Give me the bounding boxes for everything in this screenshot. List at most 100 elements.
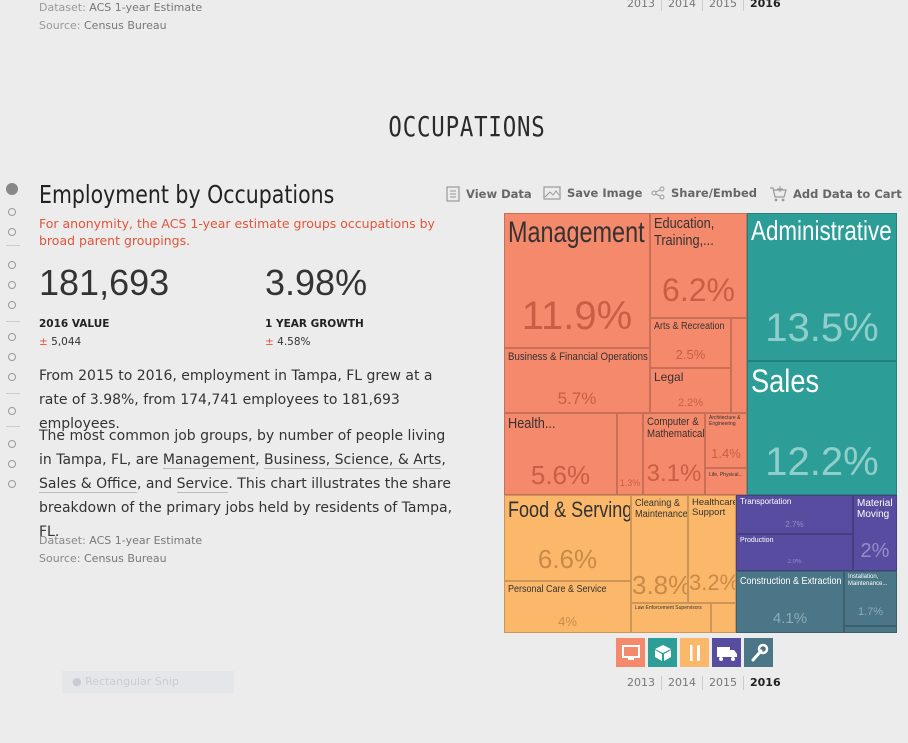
stat-growth: 3.98% [265, 262, 368, 303]
treemap-cell-production[interactable]: Production 2.0% [736, 534, 853, 571]
document-icon [446, 186, 460, 202]
panel-subtitle: For anonymity, the ACS 1-year estimate g… [39, 216, 435, 248]
treemap-cell-food-serving[interactable]: Food & Serving 6.6% [504, 495, 631, 581]
dot-nav-item[interactable] [8, 353, 16, 361]
year-2013[interactable]: 2013 [621, 676, 662, 690]
treemap-cell-law-enforcement[interactable]: Law Enforcement Supervisors [631, 603, 711, 633]
year-2014[interactable]: 2014 [662, 676, 703, 690]
cell-value: 2% [860, 540, 890, 562]
cell-label: Cleaning & Maintenance [635, 498, 688, 520]
treemap-cell-legal[interactable]: Legal 2.2% [650, 368, 731, 413]
year-2016[interactable]: 2016 [744, 0, 787, 11]
common-jobs-paragraph: The most common job groups, by number of… [39, 424, 459, 544]
cell-value: 5.6% [530, 460, 591, 490]
cell-value: 12.2% [765, 440, 879, 484]
dot-nav-item[interactable] [8, 480, 16, 488]
treemap-cell-small[interactable] [844, 626, 897, 633]
cell-label: Healthcare Support [692, 497, 736, 519]
dot-nav-item[interactable] [8, 333, 16, 341]
save-image-button[interactable]: Save Image [543, 186, 642, 200]
dot-nav-item[interactable] [8, 440, 16, 448]
dot-nav-item[interactable] [8, 373, 16, 381]
treemap-cell-computer-math[interactable]: Computer & Mathematical 3.1% [643, 413, 705, 495]
moe-value: 5,044 [51, 336, 82, 348]
dot-nav-item[interactable] [6, 183, 18, 195]
cell-label: Education, Training,... [654, 215, 715, 249]
year-2016[interactable]: 2016 [744, 676, 787, 690]
dot-nav-item[interactable] [8, 208, 16, 216]
treemap-cell-arts-recreation[interactable]: Arts & Recreation 2.5% [650, 318, 731, 368]
dot-nav-item[interactable] [8, 301, 16, 309]
box-icon[interactable] [648, 638, 677, 667]
year-2014[interactable]: 2014 [662, 0, 703, 11]
cell-value: 3.2% [689, 570, 736, 595]
cell-label: Material Moving [857, 498, 893, 520]
treemap-cell-life-physical[interactable]: Life, Physical... [705, 468, 747, 495]
share-embed-button[interactable]: Share/Embed [651, 186, 757, 200]
source-value: Census Bureau [84, 19, 167, 32]
treemap-cell-cleaning[interactable]: Cleaning & Maintenance 3.8% [631, 495, 688, 603]
monitor-icon[interactable] [616, 638, 645, 667]
cart-icon [770, 186, 787, 202]
cell-label: Arts & Recreation [654, 321, 725, 332]
link-management[interactable]: Management [162, 452, 256, 469]
stat-value-label: 2016 VALUE [39, 318, 110, 330]
treemap-cell-sales[interactable]: Sales 12.2% [747, 361, 897, 495]
treemap-cell-installation[interactable]: Installation, Maintenance... 1.7% [844, 571, 897, 626]
treemap-cell-healthcare-support[interactable]: Healthcare Support 3.2% [688, 495, 736, 603]
treemap-cell-health[interactable]: Health... 5.6% [504, 413, 617, 495]
section-title: OCCUPATIONS [388, 110, 546, 143]
dot-nav-item[interactable] [8, 460, 16, 468]
view-data-label: View Data [466, 187, 532, 201]
occupation-treemap: Management 11.9% Education, Training,...… [504, 213, 897, 633]
cell-label: Computer & Mathematical [647, 416, 705, 441]
treemap-cell-construction[interactable]: Construction & Extraction 4.1% [736, 571, 844, 633]
treemap-cell-management[interactable]: Management 11.9% [504, 213, 650, 348]
category-icon-row [616, 638, 773, 667]
cell-value: 4.1% [772, 610, 808, 627]
dot-nav-divider [6, 393, 20, 394]
dot-nav-item[interactable] [8, 407, 16, 415]
snip-label: Rectangular Snip [85, 675, 179, 688]
treemap-cell-architecture[interactable]: Architecture & Engineering 1.4% [705, 413, 747, 468]
link-business-science-arts[interactable]: Business, Science, & Arts [264, 452, 442, 469]
year-selector-top: 2013 2014 2015 2016 [621, 0, 787, 11]
treemap-cell-business-financial[interactable]: Business & Financial Operations 5.7% [504, 348, 650, 413]
stat-growth-label: 1 YEAR GROWTH [265, 318, 364, 330]
view-data-button[interactable]: View Data [446, 186, 532, 202]
dot-nav-divider [6, 321, 20, 322]
year-selector-bottom: 2013 2014 2015 2016 [621, 676, 787, 690]
treemap-cell-material-moving[interactable]: Material Moving 2% [853, 495, 897, 571]
dot-nav-item[interactable] [8, 228, 16, 236]
truck-icon[interactable] [712, 638, 741, 667]
cell-label: Life, Physical... [709, 472, 743, 478]
cell-label: Law Enforcement Supervisors [635, 605, 702, 611]
treemap-cell-small[interactable] [711, 603, 736, 633]
treemap-cell-small[interactable] [731, 318, 747, 413]
cell-value: 3.1% [646, 460, 702, 487]
top-meta: Dataset: ACS 1-year Estimate Source: Cen… [39, 0, 202, 35]
year-2013[interactable]: 2013 [621, 0, 662, 11]
cell-value: 2.2% [677, 397, 704, 409]
year-2015[interactable]: 2015 [703, 0, 744, 11]
link-sales-office[interactable]: Sales & Office [39, 476, 137, 493]
wrench-icon[interactable] [744, 638, 773, 667]
dot-nav-item[interactable] [8, 261, 16, 269]
cell-value: 1.4% [711, 446, 741, 461]
cell-label: Installation, Maintenance... [848, 574, 888, 587]
utensils-icon[interactable] [680, 638, 709, 667]
treemap-cell-education[interactable]: Education, Training,... 6.2% [650, 213, 747, 318]
treemap-cell-transportation[interactable]: Transportation 2.7% [736, 495, 853, 534]
plus-minus: ± [265, 336, 274, 348]
link-service[interactable]: Service [176, 476, 229, 493]
treemap-cell-personal-care[interactable]: Personal Care & Service 4% [504, 581, 631, 633]
dot-nav-item[interactable] [8, 281, 16, 289]
treemap-cell-administrative[interactable]: Administrative 13.5% [747, 213, 897, 361]
year-2015[interactable]: 2015 [703, 676, 744, 690]
treemap-cell-health-small[interactable]: 1.3% [617, 413, 643, 495]
text: , and [136, 476, 177, 492]
add-to-cart-button[interactable]: Add Data to Cart [769, 186, 902, 202]
snip-overlay: ● Rectangular Snip [62, 671, 234, 693]
dot-nav-divider [6, 426, 20, 427]
cell-value: 4% [558, 614, 577, 629]
